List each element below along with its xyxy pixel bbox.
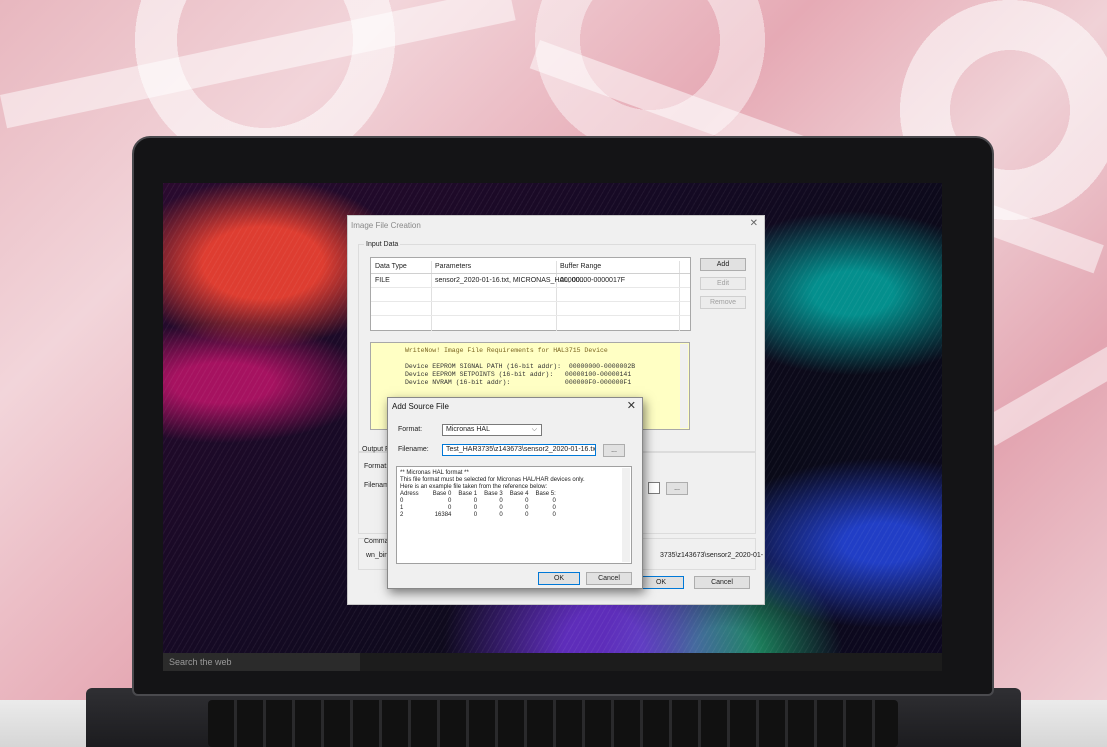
reference-cell: 2 bbox=[400, 512, 404, 518]
reference-cell: 0 bbox=[473, 505, 478, 511]
reference-heading: ** Micronas HAL format ** bbox=[400, 470, 469, 476]
add-button[interactable]: Add bbox=[700, 258, 746, 271]
reference-cell: 0 bbox=[448, 498, 452, 504]
laptop-keyboard bbox=[208, 700, 898, 747]
ok-button[interactable]: OK bbox=[638, 576, 684, 589]
reference-cell: 0 bbox=[499, 512, 503, 518]
row-divider bbox=[371, 301, 690, 302]
output-filename-field[interactable] bbox=[648, 482, 660, 494]
output-filename-label: Filenam bbox=[364, 482, 389, 489]
row-divider bbox=[371, 287, 690, 288]
desktop-screen: Image File Creation ✕ Input Data Data Ty… bbox=[163, 183, 942, 671]
format-select[interactable]: Micronas HAL ⌵ bbox=[442, 424, 542, 436]
reference-cell: 16384 bbox=[434, 512, 452, 518]
notes-title: WriteNow! Image File Requirements for HA… bbox=[405, 347, 608, 354]
notes-line: Device NVRAM (16-bit addr): 000000F0-000… bbox=[405, 379, 632, 386]
input-data-label: Input Data bbox=[364, 241, 401, 248]
output-format-label: Format: bbox=[364, 463, 389, 470]
format-label: Format: bbox=[398, 426, 423, 433]
wall-stripe bbox=[0, 0, 516, 129]
reference-cell: 0 bbox=[552, 498, 556, 504]
notes-scrollbar[interactable] bbox=[680, 344, 688, 428]
column-divider bbox=[679, 261, 680, 331]
reference-row: 0 0 0 0 0 0 bbox=[400, 498, 563, 505]
column-header-buffer-range[interactable]: Buffer Range bbox=[560, 263, 601, 270]
reference-cell: 0 bbox=[552, 505, 556, 511]
filename-field[interactable]: Test_HAR3735\z143673\sensor2_2020-01-16.… bbox=[442, 444, 596, 456]
row-divider bbox=[371, 273, 690, 274]
notes-line: Device EEPROM SETPOINTS (16-bit addr): 0… bbox=[405, 371, 632, 378]
reference-cell: 0 bbox=[448, 505, 452, 511]
reference-column-header: Base 3 bbox=[484, 491, 503, 497]
filename-label: Filename: bbox=[398, 446, 429, 453]
chevron-down-icon: ⌵ bbox=[531, 426, 537, 433]
ok-button[interactable]: OK bbox=[538, 572, 580, 585]
column-divider bbox=[556, 261, 557, 331]
reference-scrollbar[interactable] bbox=[622, 468, 630, 562]
command-suffix: 3735\z143673\sensor2_2020-01- bbox=[660, 552, 764, 559]
output-file-label: Output F bbox=[362, 446, 390, 453]
close-icon[interactable]: ✕ bbox=[750, 218, 758, 229]
notes-line: Device EEPROM SIGNAL PATH (16-bit addr):… bbox=[405, 363, 636, 370]
edit-button[interactable]: Edit bbox=[700, 277, 746, 290]
format-select-value: Micronas HAL bbox=[446, 426, 490, 433]
column-divider bbox=[431, 261, 432, 331]
reference-cell: 0 bbox=[473, 498, 478, 504]
dialog-title: Add Source File bbox=[392, 402, 449, 411]
reference-row: 1 0 0 0 0 0 bbox=[400, 505, 563, 512]
reference-cell: 1 bbox=[400, 505, 404, 511]
remove-button[interactable]: Remove bbox=[700, 296, 746, 309]
reference-column-header: Base 5: bbox=[535, 491, 556, 497]
format-reference-box: ** Micronas HAL format ** This file form… bbox=[396, 466, 632, 564]
close-icon[interactable]: ✕ bbox=[627, 399, 636, 412]
reference-cell: 0 bbox=[499, 505, 503, 511]
reference-column-header: Adress bbox=[400, 491, 419, 497]
browse-button[interactable]: ... bbox=[603, 444, 625, 457]
window-title: Image File Creation bbox=[351, 221, 421, 230]
output-browse-button[interactable]: ... bbox=[666, 482, 688, 495]
column-header-parameters[interactable]: Parameters bbox=[435, 263, 471, 270]
row-divider bbox=[371, 315, 690, 316]
reference-header-row: Adress Base 0 Base 1 Base 3 Base 4 Base … bbox=[400, 491, 563, 498]
add-source-file-dialog: Add Source File ✕ Format: Micronas HAL ⌵… bbox=[387, 397, 643, 589]
reference-cell: 0 bbox=[525, 512, 529, 518]
table-cell-buffer-range[interactable]: 00000000-0000017F bbox=[560, 277, 625, 284]
reference-table: Adress Base 0 Base 1 Base 3 Base 4 Base … bbox=[400, 491, 563, 519]
reference-row: 2 16384 0 0 0 0 bbox=[400, 512, 563, 519]
input-data-table[interactable]: Data Type Parameters Buffer Range FILE s… bbox=[370, 257, 691, 331]
taskbar-search-input[interactable]: Search the web bbox=[163, 653, 360, 671]
reference-cell: 0 bbox=[473, 512, 478, 518]
column-header-data-type[interactable]: Data Type bbox=[375, 263, 407, 270]
reference-line: This file format must be selected for Mi… bbox=[400, 477, 585, 483]
reference-line: Here is an example file taken from the r… bbox=[400, 484, 548, 490]
reference-column-header: Base 4 bbox=[509, 491, 529, 497]
reference-column-header: Base 0 bbox=[432, 491, 452, 497]
reference-cell: 0 bbox=[525, 498, 529, 504]
reference-cell: 0 bbox=[400, 498, 404, 504]
wall-stripe bbox=[980, 320, 1107, 446]
reference-column-header: Base 1 bbox=[458, 491, 478, 497]
reference-cell: 0 bbox=[499, 498, 503, 504]
reference-cell: 0 bbox=[552, 512, 556, 518]
command-prefix: wn_bin bbox=[366, 552, 389, 559]
cancel-button[interactable]: Cancel bbox=[694, 576, 750, 589]
reference-cell: 0 bbox=[525, 505, 529, 511]
cancel-button[interactable]: Cancel bbox=[586, 572, 632, 585]
taskbar bbox=[360, 653, 942, 671]
table-cell-data-type[interactable]: FILE bbox=[375, 277, 390, 284]
